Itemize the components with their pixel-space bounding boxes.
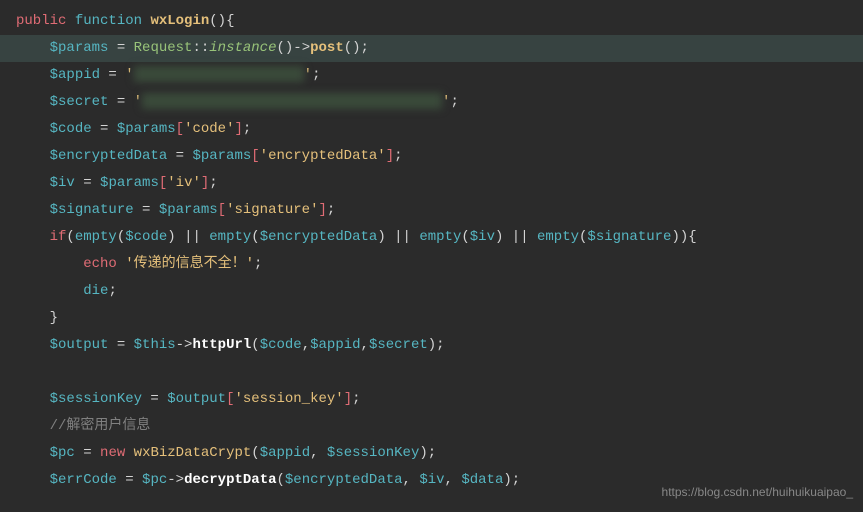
- redacted-appid: [134, 66, 304, 82]
- code-line: //解密用户信息: [16, 413, 863, 440]
- keyword-public: public: [16, 13, 66, 29]
- watermark: https://blog.csdn.net/huihuikuaipao_: [662, 479, 853, 506]
- code-line-highlighted: $params = Request::instance()->post();: [0, 35, 863, 62]
- code-line-empty: [16, 359, 863, 386]
- code-line: $signature = $params['signature'];: [16, 197, 863, 224]
- code-line: public function wxLogin(){: [16, 8, 863, 35]
- code-editor[interactable]: public function wxLogin(){ $params = Req…: [0, 0, 863, 494]
- code-line: $output = $this->httpUrl($code,$appid,$s…: [16, 332, 863, 359]
- code-line: $sessionKey = $output['session_key'];: [16, 386, 863, 413]
- code-line: $appid = '';: [16, 62, 863, 89]
- code-line: $code = $params['code'];: [16, 116, 863, 143]
- comment: //解密用户信息: [50, 418, 151, 434]
- code-line: $pc = new wxBizDataCrypt($appid, $sessio…: [16, 440, 863, 467]
- code-line: die;: [16, 278, 863, 305]
- code-line: $secret = '';: [16, 89, 863, 116]
- code-line: if(empty($code) || empty($encryptedData)…: [16, 224, 863, 251]
- keyword-function: function: [75, 13, 142, 29]
- code-line: }: [16, 305, 863, 332]
- function-name: wxLogin: [150, 13, 209, 29]
- code-line: $encryptedData = $params['encryptedData'…: [16, 143, 863, 170]
- redacted-secret: [142, 93, 442, 109]
- code-line: $iv = $params['iv'];: [16, 170, 863, 197]
- code-line: echo '传递的信息不全！';: [16, 251, 863, 278]
